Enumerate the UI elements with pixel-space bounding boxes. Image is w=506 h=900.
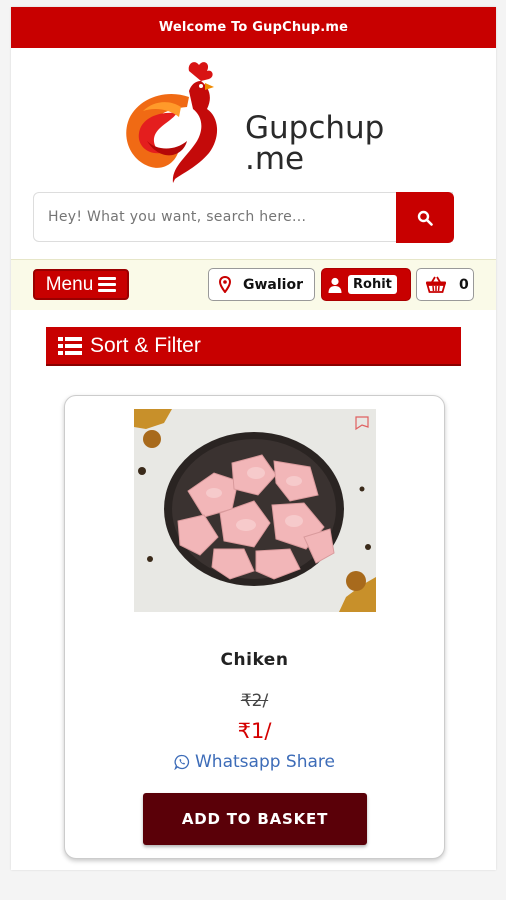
- add-to-basket-label: ADD TO BASKET: [181, 810, 329, 828]
- product-name: Chiken: [220, 650, 289, 670]
- search-input[interactable]: [46, 208, 390, 226]
- cart-button[interactable]: 0: [416, 268, 474, 301]
- menu-button[interactable]: Menu: [33, 269, 129, 300]
- logo-text-dotme: .me: [245, 141, 305, 177]
- product-new-price: ₹1/: [237, 719, 272, 743]
- list-icon: [58, 336, 82, 355]
- user-account-button[interactable]: Rohit: [321, 268, 411, 301]
- welcome-banner: Welcome To GupChup.me: [11, 7, 496, 48]
- cart-count: 0: [459, 276, 469, 293]
- product-old-price: ₹2/: [240, 691, 269, 711]
- search-box: [33, 192, 453, 242]
- location-button[interactable]: Gwalior: [208, 268, 315, 301]
- menu-label: Menu: [45, 273, 94, 295]
- logo-text-gupchup: Gupchup: [245, 110, 385, 146]
- search-icon: [417, 210, 433, 226]
- location-label: Gwalior: [243, 276, 303, 293]
- whatsapp-icon: [174, 754, 190, 770]
- chicken-bowl-image: [134, 409, 376, 612]
- user-name: Rohit: [348, 275, 397, 294]
- rooster-logo-icon: [126, 62, 218, 183]
- product-image[interactable]: [134, 409, 376, 612]
- hamburger-icon: [98, 277, 117, 292]
- basket-icon: [426, 276, 446, 293]
- welcome-text: Welcome To GupChup.me: [158, 20, 349, 35]
- search-button[interactable]: [396, 192, 454, 243]
- whatsapp-share-link[interactable]: Whatsapp Share: [65, 752, 444, 772]
- site-logo[interactable]: Gupchup .me: [117, 57, 407, 192]
- map-pin-icon: [219, 276, 231, 293]
- product-card: Chiken ₹2/ ₹1/ Whatsapp Share ADD TO BAS…: [64, 395, 445, 859]
- page-frame: Welcome To GupChup.me Gupchup .me Menu: [11, 7, 496, 870]
- nav-bar: Menu Gwalior Rohit 0: [11, 259, 496, 310]
- whatsapp-share-label: Whatsapp Share: [195, 752, 335, 772]
- user-icon: [328, 277, 342, 293]
- add-to-basket-button[interactable]: ADD TO BASKET: [143, 793, 367, 845]
- sort-filter-label: Sort & Filter: [90, 333, 201, 357]
- sort-filter-button[interactable]: Sort & Filter: [46, 327, 461, 366]
